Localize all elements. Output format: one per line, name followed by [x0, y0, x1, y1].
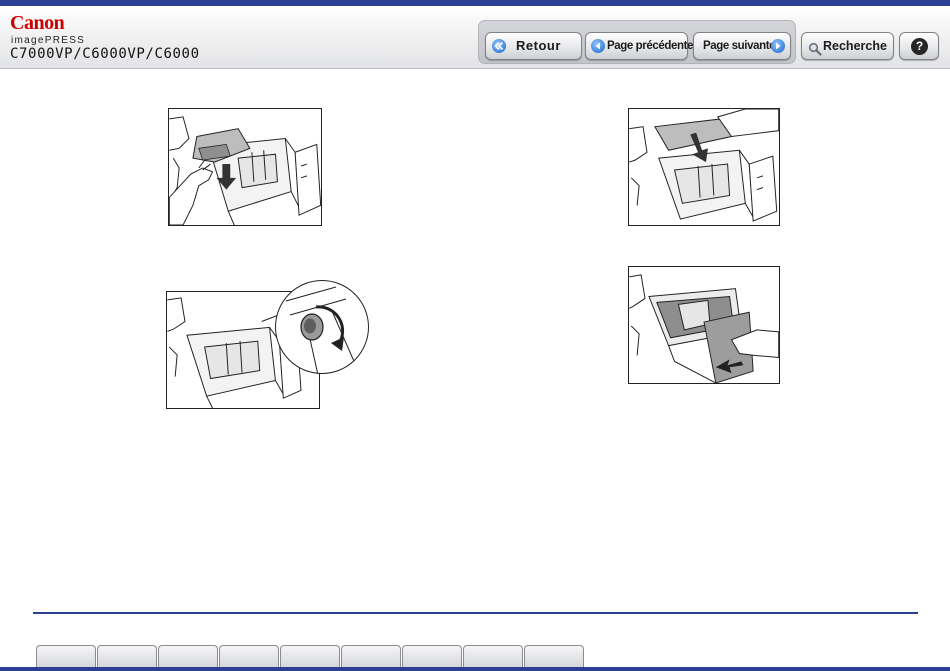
rotate-knob-icon	[285, 286, 360, 373]
knob-zoom-detail	[275, 280, 369, 374]
next-page-label: Page suivante	[703, 40, 776, 52]
lower-paper-illustration	[628, 108, 780, 226]
double-arrow-left-icon	[492, 39, 506, 53]
brand-logo: Canon	[10, 12, 65, 34]
help-icon: ?	[911, 38, 928, 55]
back-button[interactable]: Retour	[485, 32, 582, 60]
next-page-button[interactable]: Page suivante	[693, 32, 791, 60]
magnifier-icon	[808, 39, 822, 65]
previous-page-button[interactable]: Page précédente	[585, 32, 693, 60]
model-names: C7000VP/C6000VP/C6000	[10, 46, 200, 62]
arrow-right-icon	[771, 39, 785, 53]
push-drawer-illustration	[628, 266, 780, 384]
manual-page: Canon imagePRESS C7000VP/C6000VP/C6000 R…	[0, 0, 950, 671]
bottom-accent-stripe	[0, 667, 950, 671]
drawer-hand-paper-drawing	[629, 109, 779, 222]
search-button-label: Recherche	[823, 39, 887, 53]
previous-page-label: Page précédente	[607, 40, 694, 52]
drawer-hand-paper-drawing	[169, 116, 321, 225]
search-button[interactable]: Recherche	[801, 32, 894, 60]
product-line: imagePRESS	[11, 35, 86, 46]
back-button-label: Retour	[516, 38, 561, 53]
help-button[interactable]: ?	[899, 32, 939, 60]
footer-divider	[33, 612, 918, 614]
arrow-left-icon	[591, 39, 605, 53]
remove-jammed-paper-illustration	[168, 108, 322, 226]
drawer-hand-push-drawing	[629, 274, 779, 383]
